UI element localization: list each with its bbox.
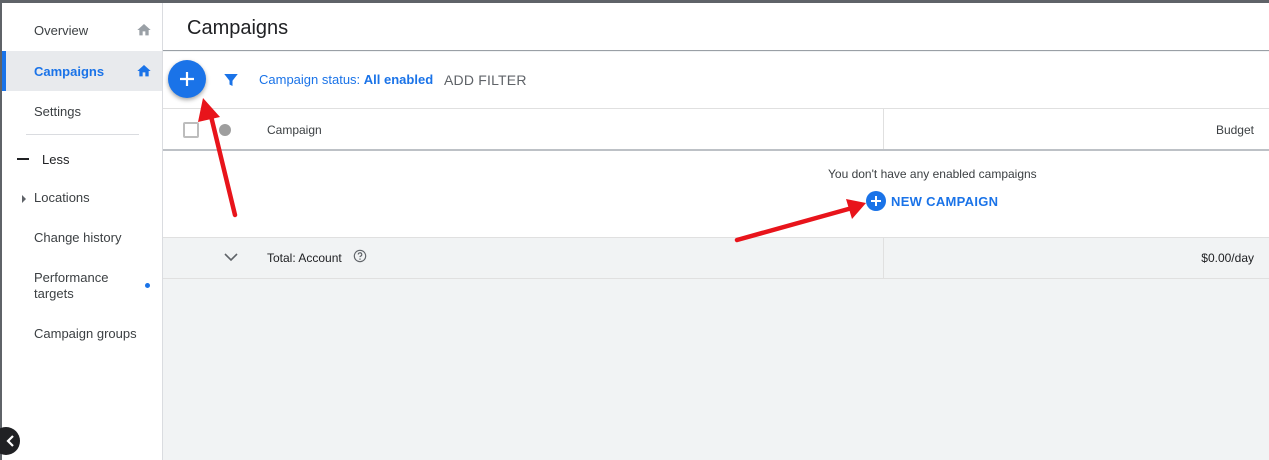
plus-circle-icon [866,191,886,211]
sidebar-item-label: Performance targets [34,270,109,301]
column-header-budget[interactable]: Budget [1216,123,1254,137]
toolbar: Campaign status: All enabled ADD FILTER [163,52,1269,109]
notification-dot [145,283,150,288]
chevron-down-icon[interactable] [223,251,239,263]
total-budget-value: $0.00/day [1201,251,1254,265]
status-prefix: Campaign status: [259,72,364,87]
sidebar-item-label: Campaigns [34,63,105,79]
home-icon [137,65,151,77]
table-header: Campaign Budget [163,109,1269,151]
main-content: Campaigns Campaign status: All enabled A… [163,3,1269,460]
sidebar: Overview Campaigns Settings Less Locatio… [0,3,163,460]
caret-right-icon [22,195,26,203]
new-campaign-label: NEW CAMPAIGN [891,193,999,209]
sidebar-item-campaigns[interactable]: Campaigns [2,51,162,91]
help-icon[interactable] [353,249,367,263]
new-campaign-button[interactable]: NEW CAMPAIGN [866,191,998,211]
empty-message: You don't have any enabled campaigns [828,167,1037,181]
add-campaign-fab-button[interactable] [168,60,206,98]
column-divider [883,109,884,149]
column-header-campaign[interactable]: Campaign [267,123,322,137]
chevron-left-icon [6,435,14,447]
total-account-label: Total: Account [267,251,342,265]
plus-icon [180,72,194,86]
home-icon [137,24,151,36]
page-title: Campaigns [187,17,289,39]
sidebar-divider [26,134,139,135]
status-value: All enabled [363,72,434,87]
collapse-sidebar-button[interactable] [0,427,20,455]
sidebar-item-settings[interactable]: Settings [2,91,162,131]
empty-state: You don't have any enabled campaigns NEW… [163,151,1269,238]
plus-icon [871,196,881,206]
sidebar-item-label: Settings [34,103,81,119]
less-label: Less [42,152,70,167]
filter-icon[interactable] [222,71,240,89]
minus-icon [17,158,29,160]
sidebar-item-label: Locations [34,190,90,205]
sidebar-item-label: Overview [34,22,89,38]
add-filter-button[interactable]: ADD FILTER [444,72,527,88]
campaign-status-filter[interactable]: Campaign status: All enabled [259,72,433,87]
select-all-checkbox[interactable] [183,122,199,138]
sidebar-item-overview[interactable]: Overview [2,10,162,50]
column-divider [883,238,884,279]
total-row: Total: Account $0.00/day [163,238,1269,279]
status-column-icon [219,124,231,136]
sidebar-item-label: Change history [34,230,122,245]
page-header: Campaigns [163,3,1269,51]
sidebar-less-toggle[interactable]: Less [2,141,162,177]
sidebar-item-label: Campaign groups [34,326,137,341]
